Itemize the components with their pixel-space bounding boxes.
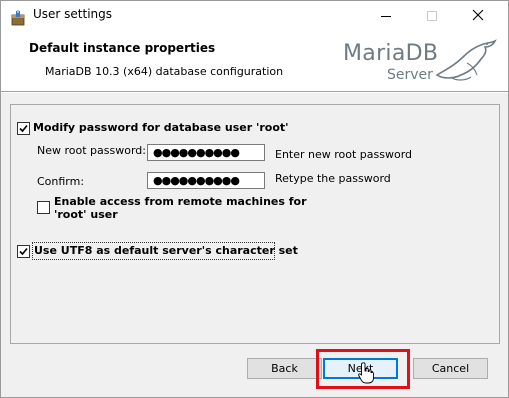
page-title: Default instance properties xyxy=(29,41,216,55)
cancel-button[interactable]: Cancel xyxy=(413,358,488,379)
checkmark-icon xyxy=(19,124,28,133)
confirm-password-input[interactable]: ●●●●●●●●●● xyxy=(147,172,265,189)
new-password-input[interactable]: ●●●●●●●●●● xyxy=(147,144,265,161)
remote-access-label-line2[interactable]: 'root' user xyxy=(54,208,118,221)
close-button[interactable] xyxy=(455,1,501,31)
installer-package-icon xyxy=(11,10,25,26)
user-settings-window: User settings Default instance propertie… xyxy=(0,0,509,398)
title-bar: User settings xyxy=(1,1,508,31)
minimize-icon xyxy=(381,16,391,17)
mariadb-logo: MariaDB Server xyxy=(333,35,503,91)
sea-lion-logo xyxy=(435,39,497,81)
confirm-password-label: Confirm: xyxy=(37,175,85,188)
remote-access-checkbox[interactable] xyxy=(37,201,50,214)
confirm-password-hint: Retype the password xyxy=(275,172,391,185)
logo-product-text: Server xyxy=(387,67,433,83)
remote-access-label-line1[interactable]: Enable access from remote machines for xyxy=(54,195,307,208)
new-password-label: New root password: xyxy=(37,144,146,157)
modify-password-label[interactable]: Modify password for database user 'root' xyxy=(33,121,289,134)
hand-pointer-icon xyxy=(358,362,374,384)
header-separator xyxy=(1,91,508,93)
new-password-hint: Enter new root password xyxy=(275,148,413,161)
utf8-label[interactable]: Use UTF8 as default server's character s… xyxy=(34,244,298,257)
logo-brand-text: MariaDB xyxy=(343,41,439,66)
confirm-password-value: ●●●●●●●●●● xyxy=(153,174,240,187)
window-title: User settings xyxy=(33,7,113,21)
modify-password-checkbox[interactable] xyxy=(17,122,30,135)
settings-panel xyxy=(10,104,500,344)
back-button[interactable]: Back xyxy=(247,358,322,379)
wizard-header: Default instance properties MariaDB 10.3… xyxy=(1,31,508,91)
new-password-value: ●●●●●●●●●● xyxy=(153,146,240,159)
page-subtitle: MariaDB 10.3 (x64) database configuratio… xyxy=(45,65,284,78)
maximize-icon xyxy=(427,11,437,21)
maximize-button[interactable] xyxy=(409,1,455,31)
utf8-checkbox[interactable] xyxy=(17,245,30,258)
close-icon xyxy=(472,9,484,21)
checkmark-icon xyxy=(19,247,28,256)
minimize-button[interactable] xyxy=(363,1,409,31)
